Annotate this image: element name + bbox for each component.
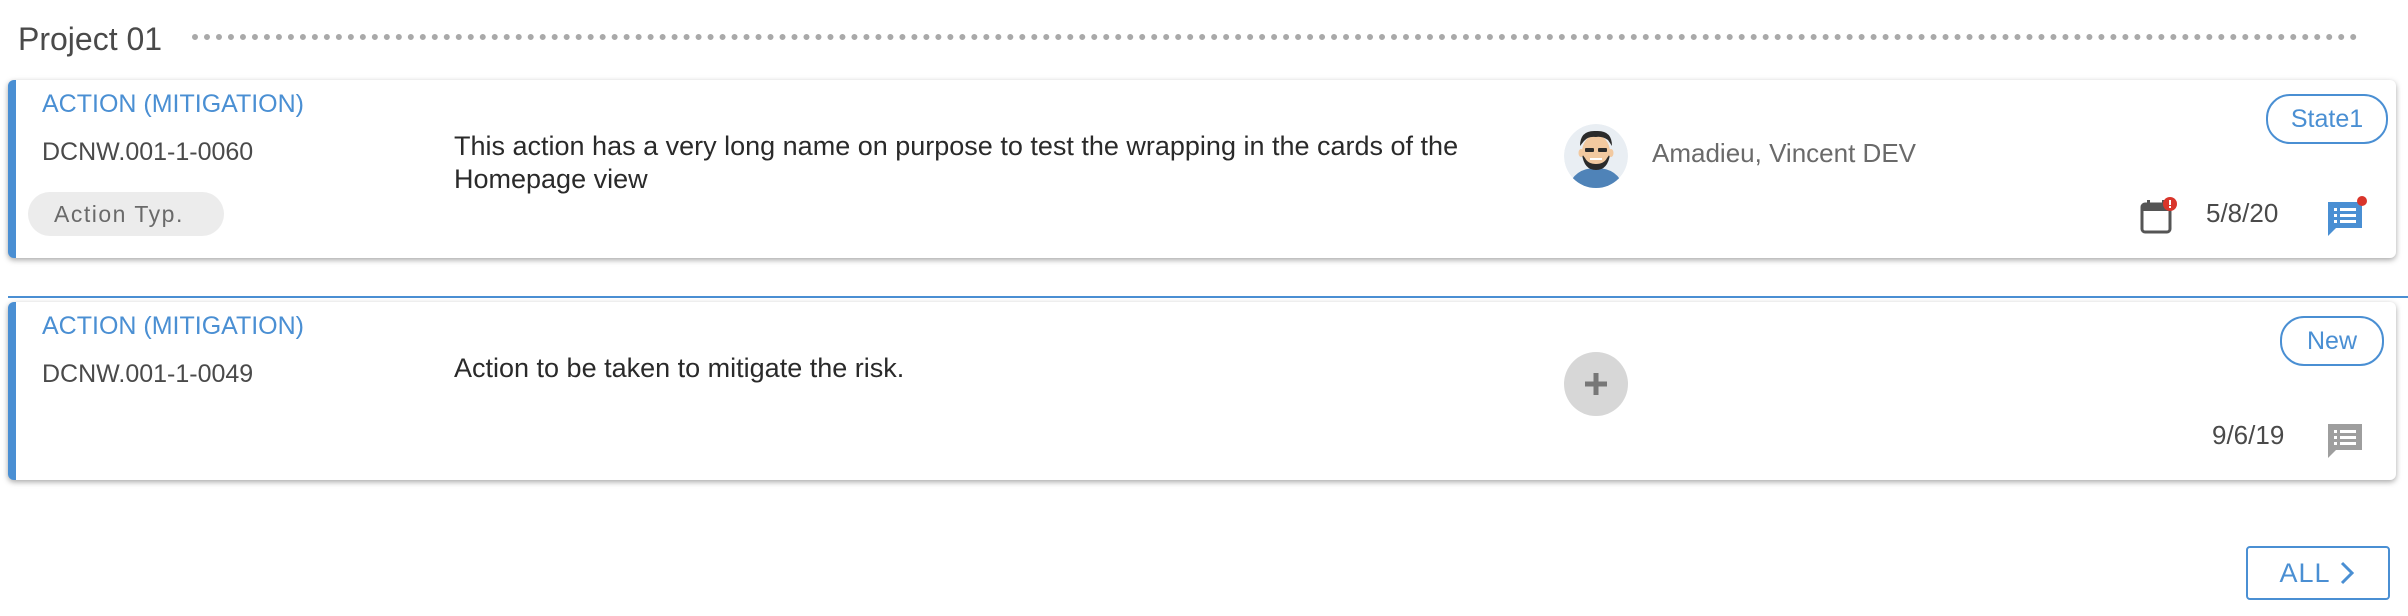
state-badge[interactable]: State1 [2266, 94, 2388, 144]
card-description: Action to be taken to mitigate the risk. [454, 353, 905, 383]
section-header: Project 01 [18, 14, 2358, 64]
card-id: DCNW.001-1-0049 [42, 360, 254, 388]
state-badge[interactable]: New [2280, 316, 2384, 366]
action-type-badge: Action Typ. [28, 192, 224, 236]
due-date: 5/8/20 [2206, 198, 2279, 228]
comments-icon[interactable] [2324, 196, 2368, 240]
all-button[interactable]: ALL [2246, 546, 2390, 600]
chevron-right-icon [2340, 561, 2354, 585]
action-card[interactable]: ACTION (MITIGATION) DCNW.001-1-0060 Acti… [8, 80, 2396, 258]
card-type-label: ACTION (MITIGATION) [42, 90, 305, 118]
comments-icon[interactable] [2324, 418, 2368, 462]
due-date: 9/6/19 [2212, 420, 2285, 450]
owner-avatar [1564, 124, 1628, 188]
plus-icon [1585, 373, 1607, 395]
add-owner-button[interactable] [1564, 352, 1628, 416]
section-divider [192, 34, 2358, 40]
card-description: This action has a very long name on purp… [454, 131, 1459, 194]
card-id: DCNW.001-1-0060 [42, 138, 254, 166]
action-card[interactable]: ACTION (MITIGATION) DCNW.001-1-0049 Acti… [8, 302, 2396, 480]
owner-name: Amadieu, Vincent DEV [1652, 138, 1916, 168]
section-title: Project 01 [18, 20, 163, 57]
calendar-icon [2138, 196, 2178, 236]
selection-line [8, 296, 2408, 298]
card-type-label: ACTION (MITIGATION) [42, 312, 305, 340]
all-button-label: ALL [2279, 557, 2331, 588]
